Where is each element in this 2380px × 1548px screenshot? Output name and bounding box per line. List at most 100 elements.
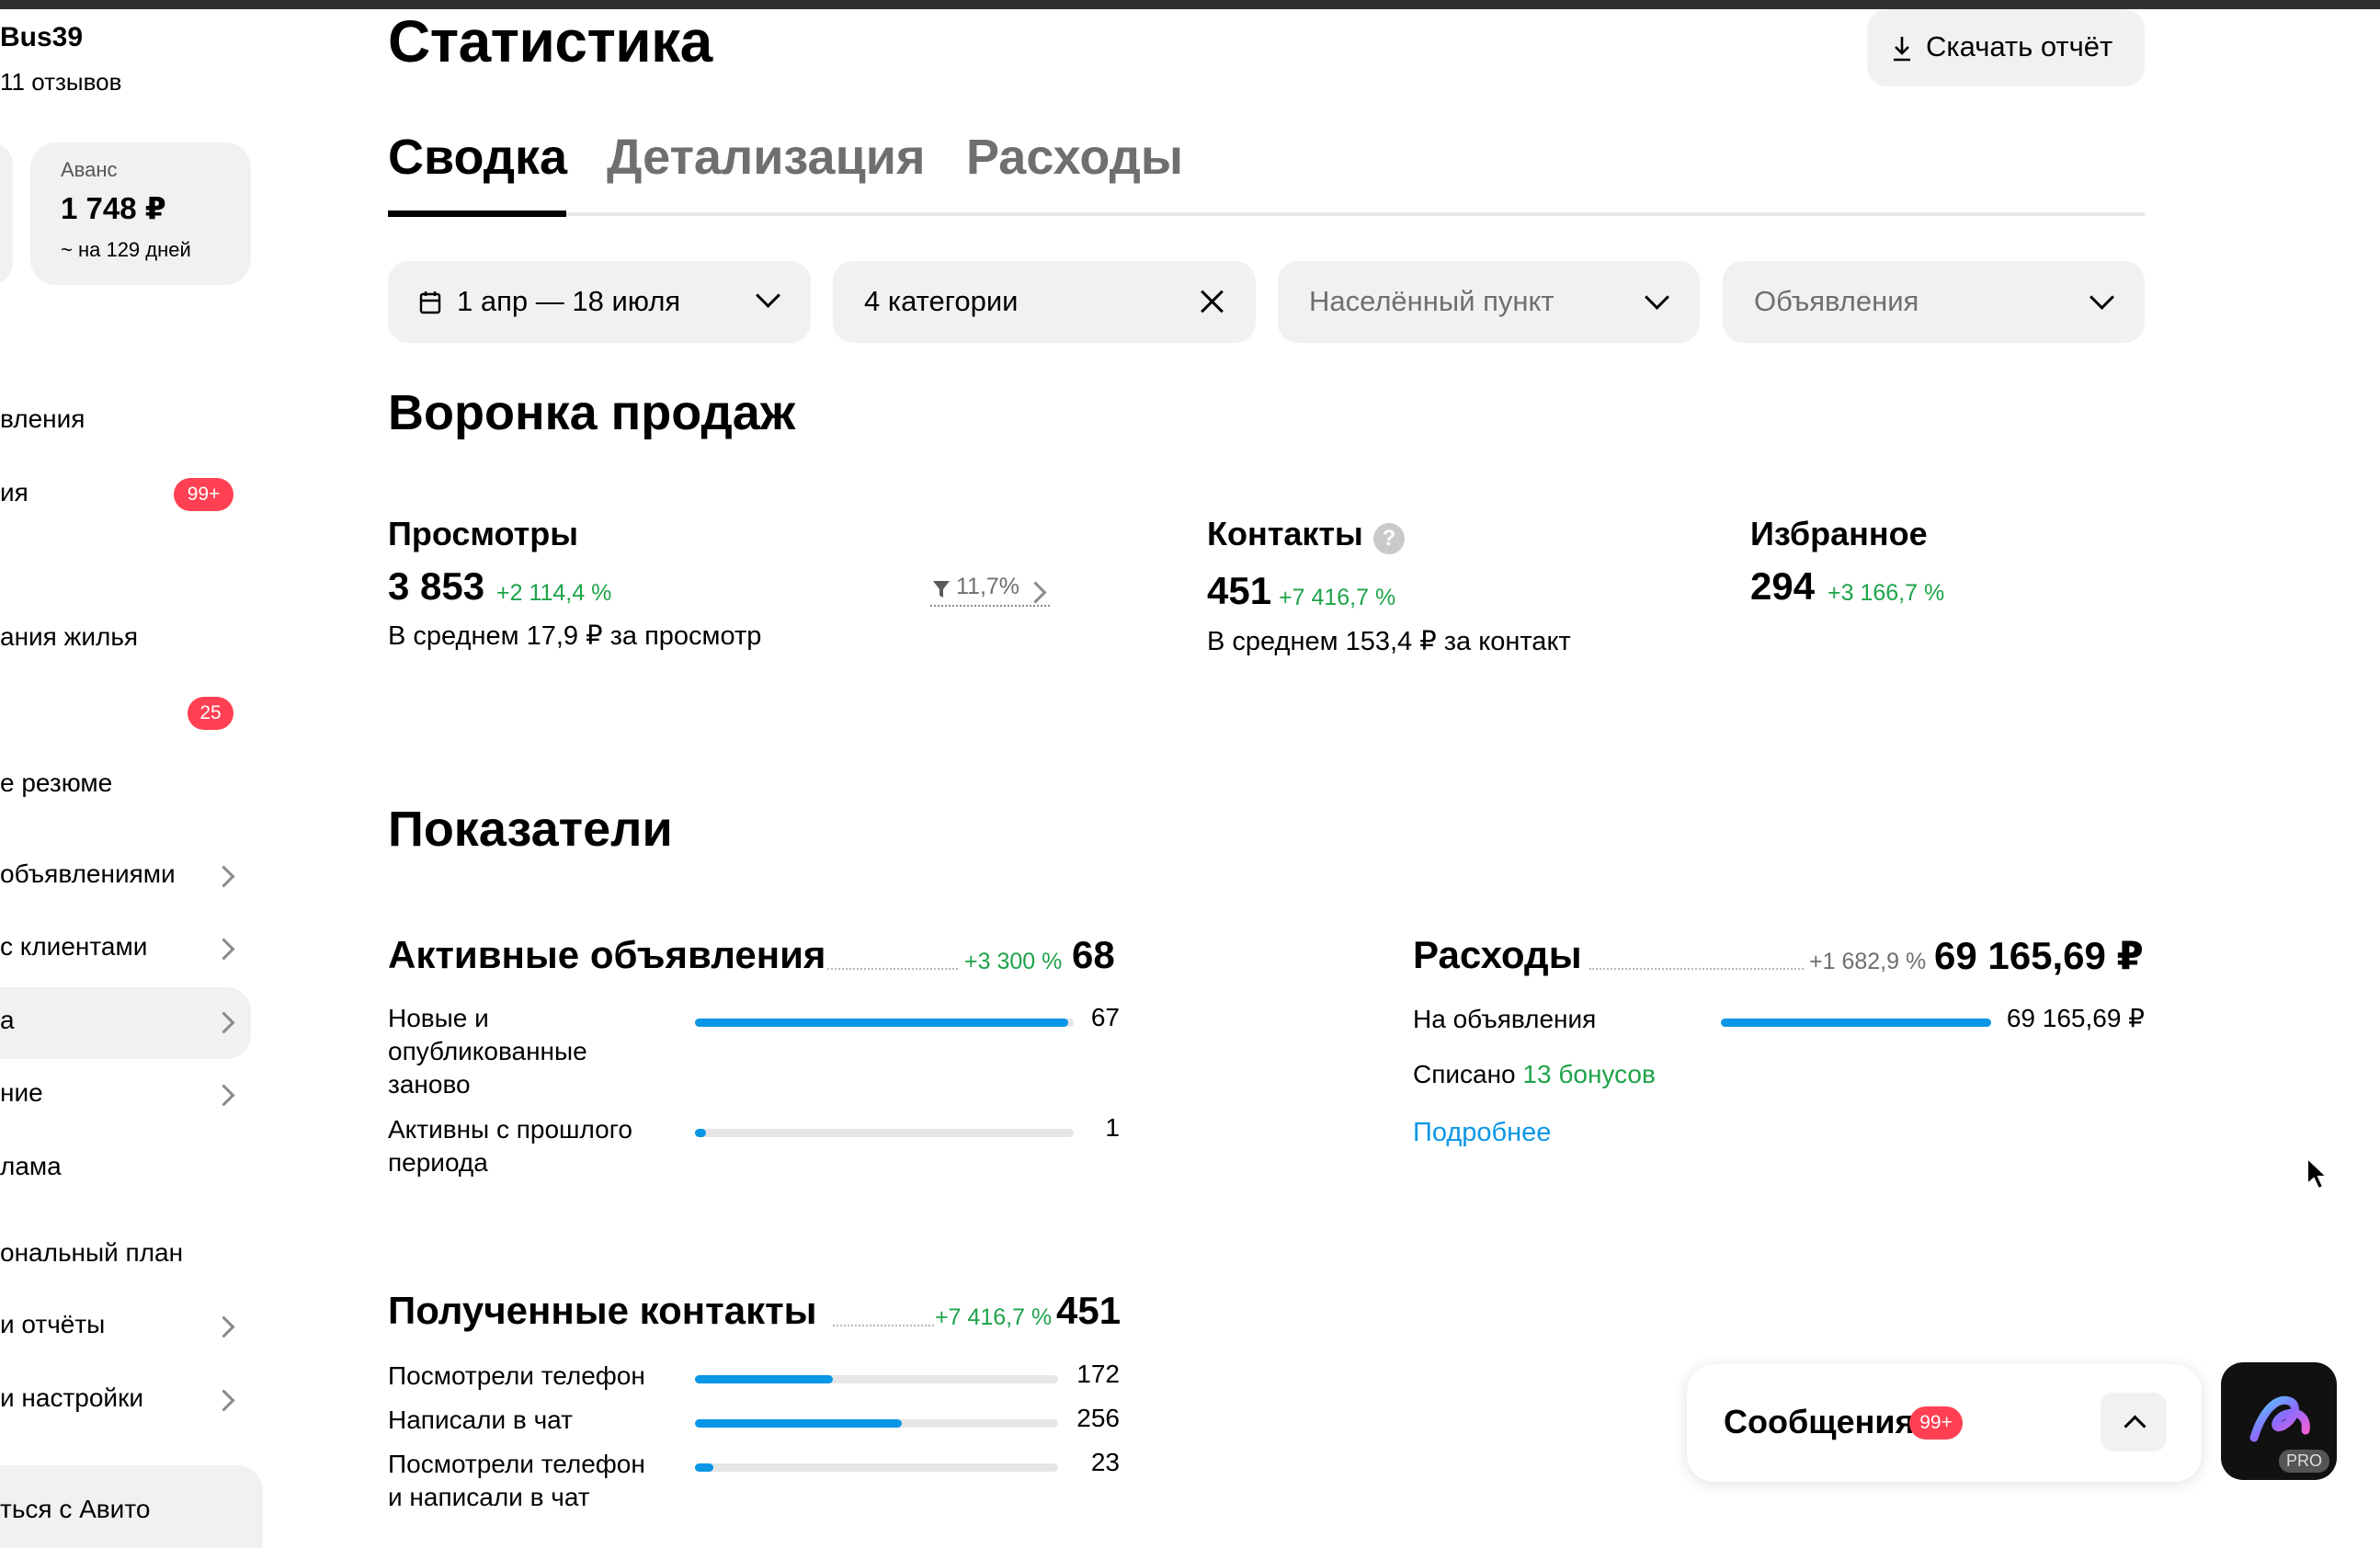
sidebar-messages-badge: 99+: [174, 478, 233, 511]
active-ads-row-label: Активны с прошлого периода: [388, 1115, 632, 1177]
sidebar-item-settings[interactable]: и настройки: [0, 1383, 143, 1413]
favorites-delta: +3 166,7 %: [1828, 580, 1945, 606]
active-ads-delta: +3 300 %: [964, 949, 1063, 974]
chevron-right-icon: [212, 1315, 235, 1338]
expenses-row-value: 69 165,69 ₽: [2006, 1004, 2145, 1032]
tab-summary[interactable]: Сводка: [388, 129, 567, 186]
dotted-leader: [827, 968, 958, 970]
period-filter[interactable]: 1 апр — 18 июля: [388, 261, 811, 343]
progress-fill: [695, 1463, 713, 1472]
sidebar-contact-button[interactable]: ться с Авито: [0, 1465, 263, 1548]
advance-label: Аванс: [61, 158, 118, 181]
filter-funnel-icon: [933, 581, 950, 598]
sidebar-item-clients[interactable]: с клиентами: [0, 932, 147, 962]
download-report-button[interactable]: Скачать отчёт: [1867, 9, 2145, 86]
profile-name[interactable]: Bus39: [0, 22, 83, 53]
active-ads-title: Активные объявления: [388, 933, 826, 976]
progress-fill: [695, 1129, 707, 1137]
indicators-title: Показатели: [388, 802, 673, 857]
views-label: Просмотры: [388, 515, 579, 552]
chevron-right-icon: [1024, 581, 1047, 604]
categories-filter[interactable]: 4 категории: [833, 261, 1256, 343]
period-value: 1 апр — 18 июля: [457, 285, 681, 317]
sidebar-item-promotion[interactable]: ние: [0, 1078, 43, 1108]
written-off-prefix: Списано: [1413, 1060, 1516, 1088]
advance-amount: 1 748 ₽: [61, 191, 166, 225]
locality-filter[interactable]: Населённый пункт: [1278, 261, 1700, 343]
sidebar-item-ads[interactable]: вления: [0, 404, 85, 434]
active-ads-row-value: 1: [1105, 1113, 1120, 1142]
sidebar-count-badge: 25: [188, 697, 233, 730]
advance-days: ~ на 129 дней: [61, 238, 191, 261]
progress-track: [695, 1463, 1058, 1472]
sidebar-item-advertising[interactable]: лама: [0, 1152, 62, 1181]
tab-details[interactable]: Детализация: [607, 129, 926, 186]
tab-expenses[interactable]: Расходы: [966, 129, 1183, 186]
ads-filter[interactable]: Объявления: [1723, 261, 2145, 343]
wallet-card-previous[interactable]: [0, 142, 13, 285]
contacts-received-total: 451: [1056, 1289, 1122, 1332]
views-delta: +2 114,4 %: [496, 580, 612, 606]
progress-fill: [695, 1375, 834, 1383]
written-off-bonus[interactable]: 13 бонусов: [1522, 1060, 1655, 1088]
contacts-received-title: Полученные контакты: [388, 1289, 817, 1332]
progress-track: [695, 1419, 1058, 1428]
sidebar-item-statistics[interactable]: а: [0, 1006, 15, 1035]
views-conversion-link[interactable]: 11,7%: [930, 574, 1050, 607]
progress-track: [695, 1375, 1058, 1383]
sidebar-item-resume[interactable]: е резюме: [0, 768, 112, 798]
favorites-label: Избранное: [1750, 515, 1928, 552]
sidebar-item-personal-plan[interactable]: ональный план: [0, 1238, 183, 1268]
sidebar-item-reports[interactable]: и отчёты: [0, 1310, 105, 1339]
sidebar-item-housing[interactable]: ания жилья: [0, 622, 138, 652]
progress-fill: [1721, 1019, 1991, 1027]
calendar-icon: [419, 291, 441, 314]
contacts-row-label: Посмотрели телефон и написали в чат: [388, 1450, 645, 1511]
pro-tag: PRO: [2278, 1450, 2329, 1473]
contacts-row-label: Написали в чат: [388, 1406, 573, 1434]
chevron-down-icon: [756, 283, 780, 308]
dotted-leader: [1589, 968, 1804, 970]
contacts-row-value: 172: [1076, 1360, 1120, 1388]
download-icon: [1894, 37, 1910, 62]
messages-label: Сообщения: [1724, 1403, 1915, 1440]
sidebar-item-messages[interactable]: ия: [0, 478, 28, 507]
active-ads-row-label: Новые и опубликованные заново: [388, 1004, 587, 1098]
chevron-up-icon: [2124, 1415, 2147, 1438]
active-tab-indicator: [388, 211, 566, 217]
progress-track: [1721, 1019, 1991, 1027]
expenses-row-label: На объявления: [1413, 1005, 1597, 1033]
reviews-count[interactable]: 11 отзывов: [0, 68, 121, 97]
chevron-right-icon: [212, 1084, 235, 1107]
chevron-right-icon: [212, 1389, 235, 1412]
page-title: Статистика: [388, 8, 712, 74]
ads-placeholder: Объявления: [1754, 285, 1919, 317]
chevron-right-icon: [212, 865, 235, 888]
locality-placeholder: Населённый пункт: [1309, 285, 1554, 317]
sidebar-item-ads-management[interactable]: объявлениями: [0, 859, 176, 889]
messages-badge: 99+: [1909, 1406, 1963, 1440]
tabs-divider: [388, 212, 2145, 216]
expenses-title: Расходы: [1413, 933, 1582, 976]
advance-card[interactable]: Аванс 1 748 ₽ ~ на 129 дней: [30, 142, 251, 285]
progress-fill: [695, 1419, 903, 1428]
help-icon[interactable]: ?: [1373, 523, 1405, 554]
contacts-row-label: Посмотрели телефон: [388, 1361, 645, 1390]
contacts-delta: +7 416,7 %: [1279, 585, 1396, 610]
progress-fill: [695, 1019, 1068, 1027]
clear-categories-icon[interactable]: [1200, 289, 1225, 314]
views-conversion: 11,7%: [956, 574, 1020, 599]
expand-messages-button[interactable]: [2101, 1393, 2167, 1451]
assistant-logo-icon: [2249, 1395, 2310, 1442]
more-details-link[interactable]: Подробнее: [1413, 1118, 1551, 1148]
favorites-value: 294: [1750, 564, 1816, 608]
active-ads-total: 68: [1072, 933, 1115, 976]
mouse-cursor-icon: [2306, 1156, 2329, 1190]
written-off-line: Списано 13 бонусов: [1413, 1060, 1656, 1089]
pro-assistant-button[interactable]: PRO: [2221, 1362, 2337, 1480]
messages-widget[interactable]: Сообщения 99+: [1687, 1364, 2202, 1482]
chevron-down-icon: [1645, 285, 1669, 310]
categories-value: 4 категории: [864, 285, 1019, 317]
chevron-down-icon: [2090, 285, 2114, 310]
contacts-value: 451: [1207, 569, 1272, 612]
